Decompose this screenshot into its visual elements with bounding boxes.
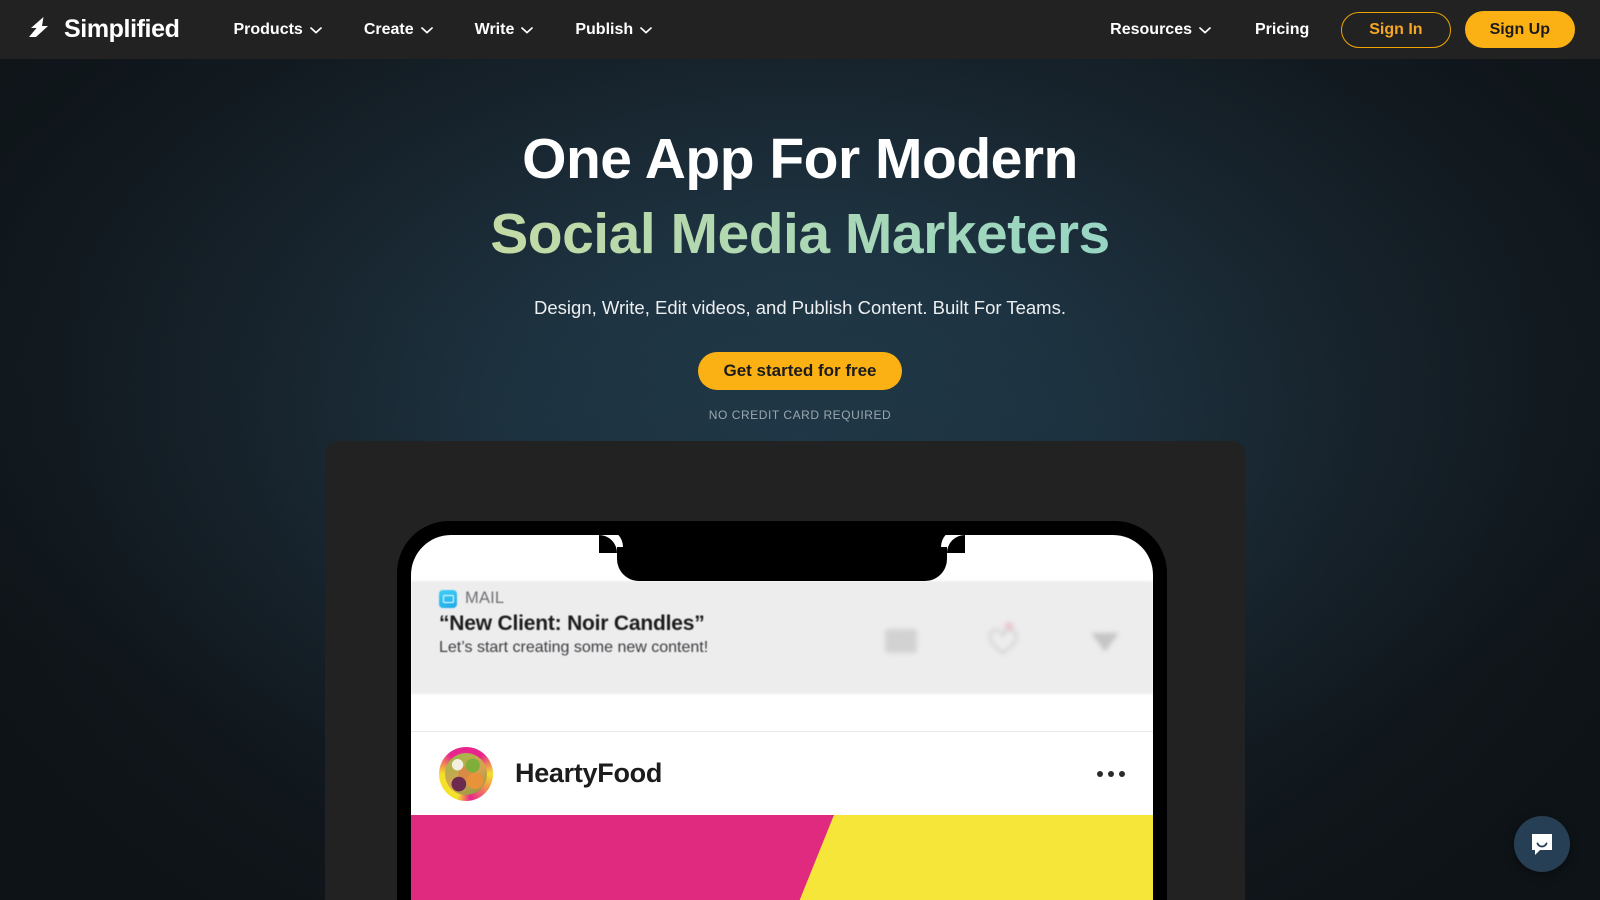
nav-item-label: Write [474,20,515,38]
navbar: Simplified Products Create Write Publish [0,0,1600,59]
send-icon [1091,633,1119,652]
profile-name: HeartyFood [515,758,663,788]
nav-item-publish[interactable]: Publish [554,0,673,59]
mail-title: “New Client: Noir Candles” [439,612,705,635]
sign-up-button[interactable]: Sign Up [1464,11,1575,48]
nav-item-resources[interactable]: Resources [1088,0,1233,59]
profile-row: HeartyFood [411,731,1153,815]
mail-icon [439,589,457,608]
nav-right-group: Resources Pricing Sign In Sign Up [1088,0,1575,59]
page-root: Simplified Products Create Write Publish [0,0,1600,900]
phone-notch [599,535,965,581]
nav-item-products[interactable]: Products [212,0,342,59]
logo[interactable]: Simplified [25,15,180,45]
sign-in-button[interactable]: Sign In [1341,11,1451,48]
phone-mockup: MAIL “New Client: Noir Candles” Let’s st… [397,521,1167,900]
nav-item-create[interactable]: Create [343,0,454,59]
chevron-down-icon [1199,26,1211,33]
mail-source-row: MAIL [439,589,708,608]
chevron-down-icon [640,26,652,33]
mail-body: Let’s start creating some new content! [439,639,709,656]
hero-heading: One App For Modern Social Media Marketer… [0,131,1600,263]
logo-text: Simplified [64,15,180,43]
mail-source-label: MAIL [465,589,505,607]
nav-item-pricing[interactable]: Pricing [1233,0,1331,59]
hero-section: One App For Modern Social Media Marketer… [0,59,1600,423]
nav-item-label: Create [363,20,414,38]
showcase-panel: MAIL “New Client: Noir Candles” Let’s st… [325,441,1245,900]
nav-left-group: Products Create Write Publish [212,0,673,59]
blurred-toolbar-icons [879,621,1127,661]
nav-item-label: Pricing [1255,20,1310,38]
no-credit-card-note: NO CREDIT CARD REQUIRED [708,408,892,422]
nav-item-label: Publish [575,20,634,38]
nav-item-write[interactable]: Write [454,0,555,59]
nav-item-label: Products [233,20,303,38]
phone-screen: MAIL “New Client: Noir Candles” Let’s st… [411,535,1153,900]
post-artwork-pink-shape [411,815,834,900]
hero-heading-line1: One App For Modern [522,127,1078,191]
chevron-down-icon [521,26,534,33]
heart-icon [988,622,1018,655]
simplified-logo-mark-icon [29,16,48,37]
post-artwork [411,815,1153,900]
hero-heading-line2: Social Media Marketers [0,206,1600,263]
hero-subtitle: Design, Write, Edit videos, and Publish … [534,297,1066,318]
chevron-down-icon [420,26,433,33]
chevron-down-icon [309,26,322,33]
image-icon [885,629,917,653]
profile-avatar[interactable] [439,746,493,801]
avatar-photo [445,752,487,795]
get-started-button[interactable]: Get started for free [698,352,902,390]
chat-bubble-icon [1532,834,1552,855]
nav-item-label: Resources [1110,20,1192,38]
chat-launcher-button[interactable] [1514,816,1570,872]
more-options-icon[interactable] [1097,770,1125,777]
mail-notification-content: MAIL “New Client: Noir Candles” Let’s st… [439,589,708,657]
